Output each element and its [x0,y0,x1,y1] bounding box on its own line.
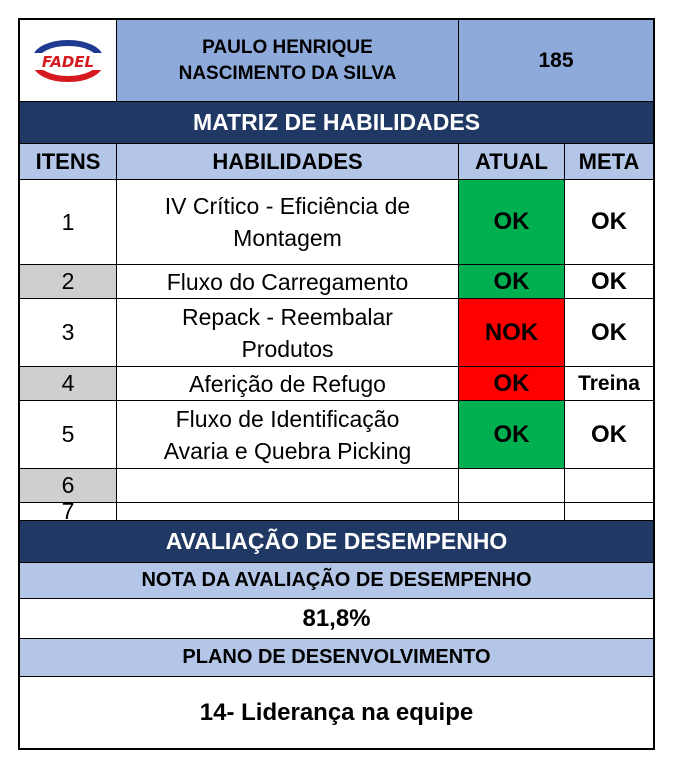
employee-name-line1: PAULO HENRIQUE [202,36,373,58]
skill-name: Fluxo do Carregamento [116,264,458,298]
score-value: 81,8% [20,598,653,638]
target-status [564,468,653,502]
target-status: OK [564,298,653,366]
score-label: NOTA DA AVALIAÇÃO DE DESEMPENHO [20,562,653,598]
fadel-logo-icon: FADEL [27,39,109,82]
current-status: OK [458,400,564,468]
employee-name: PAULO HENRIQUE NASCIMENTO DA SILVA [116,20,458,101]
evaluation-title: AVALIAÇÃO DE DESEMPENHO [20,520,653,562]
column-header-itens: ITENS [20,143,116,179]
current-status: NOK [458,298,564,366]
current-status: OK [458,264,564,298]
item-number: 2 [20,264,116,298]
skill-name-line1: Aferição de Refugo [189,370,386,397]
target-status: OK [564,264,653,298]
matrix-title: MATRIZ DE HABILIDADES [20,101,653,143]
column-header-habilidades: HABILIDADES [116,143,458,179]
current-status: OK [458,366,564,400]
column-header-atual: ATUAL [458,143,564,179]
target-status: OK [564,400,653,468]
item-number: 7 [20,498,116,524]
target-status: Treina [564,366,653,400]
item-number: 6 [20,468,116,502]
skills-matrix-sheet: FADEL PAULO HENRIQUE NASCIMENTO DA SILVA… [18,18,655,750]
skill-name-line2: Produtos [241,335,334,362]
skill-name-line2: Montagem [233,225,342,251]
skill-name: IV Crítico - Eficiência de Montagem [116,179,458,264]
skill-name [116,502,458,520]
column-header-meta: META [564,143,653,179]
skill-name-line1: Fluxo do Carregamento [166,268,409,295]
company-logo: FADEL [20,20,116,101]
skill-name-line1: Repack - Reembalar [182,303,393,330]
item-number: 5 [20,400,116,468]
skill-name-line1: Fluxo de Identificação [175,405,400,432]
target-status [564,502,653,520]
current-status: OK [458,179,564,264]
employee-id: 185 [458,20,653,101]
target-status: OK [564,179,653,264]
item-number: 1 [20,179,116,264]
skill-name: Aferição de Refugo [116,366,458,400]
plan-value: 14- Liderança na equipe [20,676,653,748]
employee-name-line2: NASCIMENTO DA SILVA [178,62,397,84]
skill-name-line1: IV Crítico - Eficiência de [164,193,411,219]
current-status [458,502,564,520]
skill-name-line2: Avaria e Quebra Picking [163,437,412,464]
skill-name: Repack - Reembalar Produtos [116,298,458,366]
skill-name: Fluxo de Identificação Avaria e Quebra Pi… [116,400,458,468]
skill-name [116,468,458,502]
plan-label: PLANO DE DESENVOLVIMENTO [20,638,653,676]
item-number: 3 [20,298,116,366]
svg-text:FADEL: FADEL [42,53,94,71]
current-status [458,468,564,502]
item-number: 4 [20,366,116,400]
